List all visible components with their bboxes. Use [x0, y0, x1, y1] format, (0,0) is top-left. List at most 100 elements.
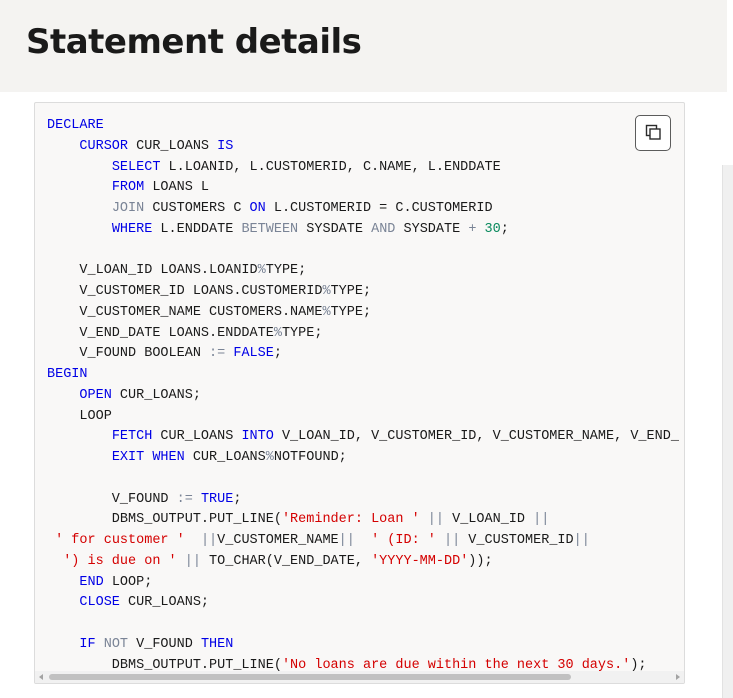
code-token-kw: WHERE: [111, 221, 153, 237]
code-token-kw: SELECT: [111, 159, 161, 175]
code-line: V_END_DATE LOANS.ENDDATE%TYPE;: [47, 326, 322, 341]
code-token-kw: CURSOR: [79, 138, 129, 154]
scrollbar-thumb[interactable]: [49, 674, 571, 680]
code-line: BEGIN: [47, 367, 88, 382]
code-token-op: %: [322, 304, 331, 320]
sql-code: DECLARE CURSOR CUR_LOANS IS SELECT L.LOA…: [47, 118, 679, 683]
header-bar: Statement details: [0, 0, 727, 92]
code-token: V_FOUND: [128, 636, 201, 652]
code-line: IF NOT V_FOUND THEN: [47, 637, 233, 652]
code-token-num: 30: [484, 221, 501, 237]
code-line: V_LOAN_ID LOANS.LOANID%TYPE;: [47, 263, 306, 278]
code-token: V_FOUND: [47, 491, 177, 507]
code-token: L.LOANID, L.CUSTOMERID, C.NAME, L.ENDDAT…: [160, 159, 501, 175]
code-token: TYPE;: [281, 325, 323, 341]
code-token-op: ||: [444, 533, 461, 548]
code-line: V_FOUND := TRUE;: [47, 491, 242, 507]
code-token: TO_CHAR(V_END_DATE,: [200, 553, 372, 569]
code-token-op: ||: [533, 512, 550, 528]
code-token: DBMS_OUTPUT.PUT_LINE(: [47, 512, 282, 528]
horizontal-scrollbar[interactable]: [35, 671, 684, 683]
code-token: LOOP: [47, 408, 112, 424]
code-token: V_CUSTOMER_ID LOANS.CUSTOMERID: [47, 284, 323, 299]
code-token-op: NOT: [103, 636, 129, 652]
code-line: CLOSE CUR_LOANS;: [47, 595, 209, 610]
code-line: CURSOR CUR_LOANS IS: [47, 139, 233, 154]
code-token-op: :=: [209, 346, 226, 362]
code-token-op: %: [265, 450, 274, 465]
code-line: ' for customer ' ||V_CUSTOMER_NAME|| ' (…: [47, 533, 590, 548]
code-token: ));: [468, 553, 493, 569]
code-line: SELECT L.LOANID, L.CUSTOMERID, C.NAME, L…: [47, 160, 501, 175]
code-token: LOANS L: [144, 180, 210, 196]
code-block[interactable]: DECLARE CURSOR CUR_LOANS IS SELECT L.LOA…: [47, 115, 679, 683]
code-token: V_CUSTOMER_NAME: [217, 533, 339, 548]
copy-icon: [644, 123, 662, 144]
code-line: WHERE L.ENDDATE BETWEEN SYSDATE AND SYSD…: [47, 222, 509, 237]
code-token-kw: TRUE: [200, 491, 234, 507]
code-token-kw: DECLARE: [47, 118, 104, 133]
code-line: ') is due on ' || TO_CHAR(V_END_DATE, 'Y…: [47, 553, 493, 569]
code-token: CUR_LOANS;: [119, 595, 210, 611]
code-token-str: ' (ID: ': [371, 533, 436, 548]
code-token-kw: INTO: [241, 429, 274, 445]
code-token: CUR_LOANS: [152, 429, 242, 445]
code-token-kw: EXIT: [111, 450, 145, 465]
code-token-kw: IS: [217, 138, 234, 154]
page-title: Statement details: [26, 22, 362, 62]
code-panel: DECLARE CURSOR CUR_LOANS IS SELECT L.LOA…: [34, 102, 685, 684]
code-token-op: ||: [427, 512, 444, 528]
code-token: TYPE;: [265, 263, 307, 279]
code-token-op: ||: [338, 533, 355, 548]
code-token-op: JOIN: [111, 201, 145, 216]
code-token-op: BETWEEN: [241, 221, 299, 237]
code-line: V_CUSTOMER_NAME CUSTOMERS.NAME%TYPE;: [47, 305, 371, 320]
code-token: SYSDATE: [298, 221, 372, 237]
code-token: ;: [273, 346, 282, 362]
scroll-left-arrow[interactable]: [39, 674, 43, 680]
page-scrollbar[interactable]: [722, 165, 733, 698]
code-token-op: ||: [184, 553, 201, 569]
code-token-str: 'Reminder: Loan ': [281, 512, 420, 528]
code-token: CUR_LOANS;: [111, 387, 201, 403]
scroll-right-arrow[interactable]: [676, 674, 680, 680]
code-token-op: %: [257, 263, 266, 279]
code-token: V_FOUND BOOLEAN: [47, 346, 210, 362]
code-token: V_CUSTOMER_NAME CUSTOMERS.NAME: [47, 304, 323, 320]
code-line: JOIN CUSTOMERS C ON L.CUSTOMERID = C.CUS…: [47, 201, 493, 216]
code-token-kw: OPEN: [79, 387, 112, 403]
code-token: L.ENDDATE: [152, 221, 242, 237]
code-token: SYSDATE: [395, 221, 469, 237]
code-line: EXIT WHEN CUR_LOANS%NOTFOUND;: [47, 450, 347, 465]
code-line: DECLARE: [47, 118, 104, 133]
code-token-op: AND: [371, 221, 396, 237]
code-token: TYPE;: [330, 284, 372, 299]
code-token-kw: WHEN: [152, 450, 185, 465]
code-token-op: %: [273, 325, 282, 341]
code-line: DBMS_OUTPUT.PUT_LINE('Reminder: Loan ' |…: [47, 512, 550, 528]
code-token-kw: BEGIN: [47, 367, 88, 382]
code-token-str: ') is due on ': [63, 553, 177, 569]
code-line: END LOOP;: [47, 575, 152, 590]
copy-button[interactable]: [635, 115, 671, 151]
code-token: V_LOAN_ID: [444, 512, 534, 528]
code-token-kw: THEN: [200, 636, 234, 652]
code-token-op: ||: [200, 533, 218, 548]
